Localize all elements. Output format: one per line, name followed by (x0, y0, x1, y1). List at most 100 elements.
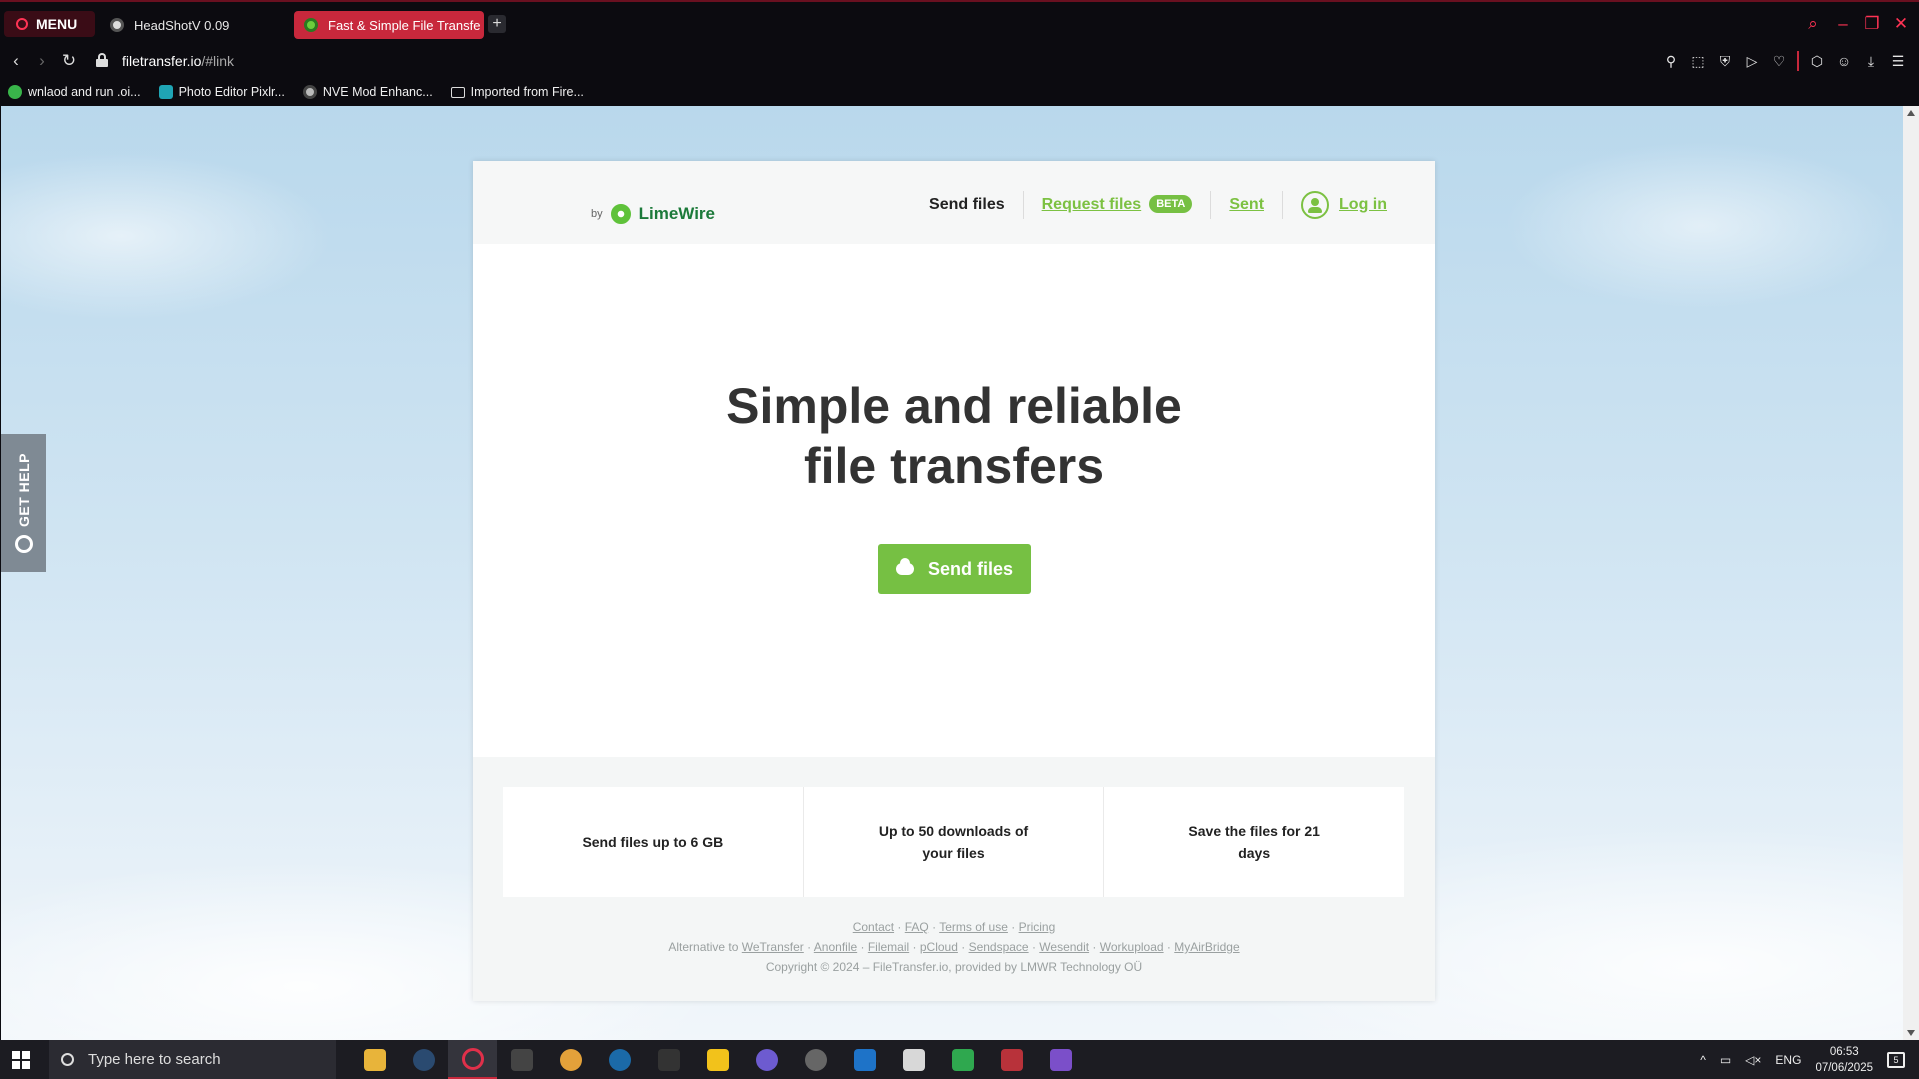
reload-icon[interactable]: ↻ (59, 51, 79, 71)
file-explorer-app[interactable] (350, 1040, 399, 1079)
restore-icon[interactable]: ❐ (1862, 14, 1882, 34)
tab-headshotv[interactable]: HeadShotV 0.09 (100, 11, 290, 39)
taskbar-apps (350, 1040, 1085, 1079)
footer-links: Contact · FAQ · Terms of use · Pricing A… (473, 917, 1435, 977)
nav-send-files[interactable]: Send files (911, 191, 1023, 219)
app-launcher[interactable] (742, 1040, 791, 1079)
language-indicator[interactable]: ENG (1775, 1053, 1801, 1067)
new-tab-button[interactable]: + (488, 15, 506, 33)
app-launcher[interactable] (840, 1040, 889, 1079)
opera-gx-app[interactable] (448, 1040, 497, 1079)
duck-icon (706, 1048, 729, 1071)
url-path: /#link (201, 53, 235, 69)
steam-app[interactable] (595, 1040, 644, 1079)
winrar-icon (1000, 1048, 1023, 1071)
visual-studio-app[interactable] (1036, 1040, 1085, 1079)
bookmark-favicon-icon (158, 85, 173, 99)
alt-link[interactable]: MyAirBridge (1174, 940, 1239, 954)
windows-start-icon[interactable] (12, 1051, 30, 1069)
alt-link[interactable]: Sendspace (969, 940, 1029, 954)
network-icon[interactable]: ▭ (1720, 1053, 1731, 1067)
visual-studio-icon (1049, 1048, 1072, 1071)
app-launcher[interactable] (693, 1040, 742, 1079)
search-tabs-icon[interactable]: ⌕ (1803, 14, 1823, 34)
scroll-down-icon[interactable] (1907, 1030, 1915, 1036)
main-card: by LimeWire Send files Request files BETA… (473, 161, 1435, 1001)
extensions-icon[interactable]: ⬡ (1808, 51, 1826, 71)
minimize-icon[interactable]: – (1833, 14, 1853, 34)
app-launcher[interactable] (546, 1040, 595, 1079)
hero-line-2: file transfers (803, 438, 1105, 494)
alt-link[interactable]: WeTransfer (742, 940, 804, 954)
url-host: filetransfer.io (122, 53, 202, 69)
close-window-icon[interactable]: ✕ (1891, 14, 1911, 34)
app-launcher[interactable] (938, 1040, 987, 1079)
app-launcher[interactable] (497, 1040, 546, 1079)
pin-icon[interactable]: ⚲ (1662, 51, 1680, 71)
nav-login[interactable]: Log in (1283, 191, 1405, 219)
notification-icon[interactable]: 5 (1887, 1051, 1905, 1068)
footer-link-pricing[interactable]: Pricing (1019, 920, 1056, 934)
limewire-logo[interactable]: by LimeWire (591, 204, 715, 224)
shield-icon[interactable]: ⛨ (1716, 51, 1734, 71)
alt-link[interactable]: Wesendit (1039, 940, 1089, 954)
taskbar-search[interactable]: Type here to search (49, 1040, 336, 1079)
taskbar-search-placeholder: Type here to search (88, 1051, 221, 1068)
app-launcher[interactable] (791, 1040, 840, 1079)
alt-link[interactable]: Filemail (868, 940, 909, 954)
nav-login-label: Log in (1339, 196, 1387, 214)
bookmark-label: NVE Mod Enhanc... (322, 85, 433, 99)
footer-link-terms[interactable]: Terms of use (939, 920, 1008, 934)
bookmark-item[interactable]: NVE Mod Enhanc... (302, 85, 433, 99)
feature-download-limit: Up to 50 downloads of your files (802, 787, 1104, 897)
page-viewport: GET HELP by LimeWire Send files Request … (1, 106, 1903, 1040)
tab-filetransfer-active[interactable]: Fast & Simple File Transfe (294, 11, 484, 39)
feature-list: Send files up to 6 GB Up to 50 downloads… (503, 787, 1405, 897)
snapshot-icon[interactable]: ⬚ (1689, 51, 1707, 71)
bookmark-item[interactable]: Photo Editor Pixlr... (158, 85, 285, 99)
windows-taskbar: Type here to search ^ ▭ ◁× ENG 06:53 07/… (0, 1040, 1919, 1079)
nav-request-files[interactable]: Request files BETA (1024, 191, 1211, 219)
bookmark-label: Imported from Fire... (470, 85, 584, 99)
folder-icon (450, 86, 465, 98)
app-launcher[interactable] (987, 1040, 1036, 1079)
app-launcher[interactable] (644, 1040, 693, 1079)
clock[interactable]: 06:53 07/06/2025 (1815, 1044, 1873, 1076)
cloud-upload-icon (895, 558, 914, 575)
url-field[interactable]: filetransfer.io/#link (122, 53, 234, 69)
download-icon[interactable]: ⤓ (1862, 51, 1880, 71)
chevron-up-icon[interactable]: ^ (1700, 1053, 1706, 1067)
top-nav: Send files Request files BETA Sent Log in (911, 191, 1405, 219)
page-scrollbar[interactable] (1903, 106, 1919, 1040)
bookmark-favicon-icon (8, 85, 22, 99)
get-help-tab[interactable]: GET HELP (1, 434, 46, 572)
lock-icon[interactable] (96, 53, 108, 67)
alt-link[interactable]: Workupload (1100, 940, 1164, 954)
nav-sent[interactable]: Sent (1211, 191, 1282, 219)
limewire-icon (610, 204, 631, 224)
easy-setup-icon[interactable]: ☰ (1889, 51, 1907, 71)
volume-muted-icon[interactable]: ◁× (1745, 1053, 1761, 1067)
bookmark-item[interactable]: wnlaod and run .oi... (8, 85, 141, 99)
tab-favicon-icon (304, 18, 318, 32)
footer-link-faq[interactable]: FAQ (905, 920, 929, 934)
app-launcher[interactable] (889, 1040, 938, 1079)
card-footer: Send files up to 6 GB Up to 50 downloads… (473, 757, 1435, 1001)
send-files-button[interactable]: Send files (878, 544, 1031, 594)
send-files-button-label: Send files (927, 558, 1014, 579)
back-icon[interactable]: ‹ (6, 51, 26, 71)
gear-icon (804, 1048, 827, 1071)
bookmark-folder[interactable]: Imported from Fire... (450, 85, 584, 99)
opera-icon (461, 1047, 484, 1070)
opera-menu-button[interactable]: MENU (4, 11, 95, 37)
alt-link[interactable]: pCloud (920, 940, 958, 954)
forward-icon[interactable]: › (32, 51, 52, 71)
alt-link[interactable]: Anonfile (814, 940, 857, 954)
nav-request-files-label: Request files (1041, 196, 1142, 213)
steam-app[interactable] (399, 1040, 448, 1079)
play-icon[interactable]: ▷ (1743, 51, 1761, 71)
footer-link-contact[interactable]: Contact (853, 920, 894, 934)
scroll-up-icon[interactable] (1907, 110, 1915, 116)
profile-icon[interactable]: ☺ (1835, 51, 1853, 71)
heart-icon[interactable]: ♡ (1770, 51, 1788, 71)
